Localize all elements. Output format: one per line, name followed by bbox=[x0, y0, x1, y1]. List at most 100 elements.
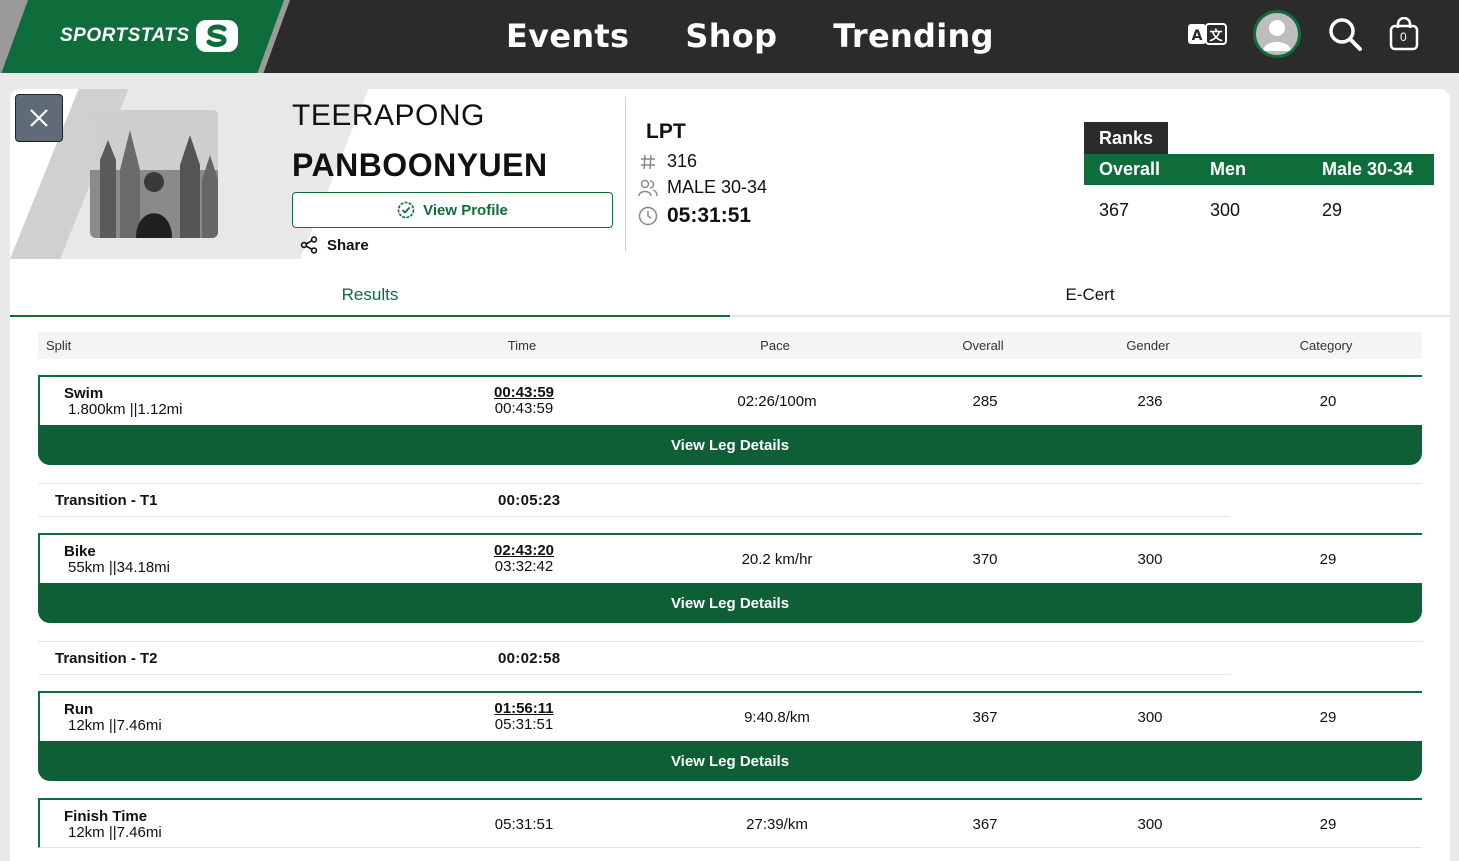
table-row: Run 12km ||7.46mi 01:56:11 05:31:51 9:40… bbox=[38, 691, 1422, 741]
leg-time: 01:56:11 05:31:51 bbox=[494, 701, 553, 733]
leg-category: 29 bbox=[1319, 551, 1337, 568]
category-row: MALE 30-34 bbox=[638, 177, 767, 198]
user-avatar-icon[interactable] bbox=[1253, 10, 1301, 58]
view-profile-label: View Profile bbox=[423, 201, 508, 219]
leg-run: Run 12km ||7.46mi 01:56:11 05:31:51 9:40… bbox=[38, 691, 1422, 781]
rank-value-agegroup: 29 bbox=[1322, 200, 1343, 220]
view-leg-details-button[interactable]: View Leg Details bbox=[38, 741, 1422, 781]
view-leg-details-button[interactable]: View Leg Details bbox=[38, 425, 1422, 465]
transition-divider bbox=[1230, 483, 1422, 517]
leg-gender: 236 bbox=[1137, 393, 1163, 410]
leg-swim: Swim 1.800km ||1.12mi 00:43:59 00:43:59 … bbox=[38, 375, 1422, 465]
header-time: Time bbox=[507, 338, 537, 353]
tab-results[interactable]: Results bbox=[10, 279, 730, 317]
leg-pace: 9:40.8/km bbox=[744, 709, 810, 726]
logo-s-icon bbox=[195, 20, 238, 52]
finish-distance: 12km ||7.46mi bbox=[68, 824, 162, 841]
header-split: Split bbox=[46, 338, 72, 353]
athlete-finish-time: 05:31:51 bbox=[667, 204, 752, 227]
transition-time: 00:02:58 bbox=[498, 650, 561, 667]
leg-cumulative-time: 00:43:59 bbox=[494, 400, 554, 417]
transition-t2: Transition - T2 00:02:58 bbox=[38, 641, 1230, 675]
finish-pace: 27:39/km bbox=[746, 816, 808, 833]
transition-time: 00:05:23 bbox=[498, 492, 561, 509]
ranks-title: Ranks bbox=[1084, 122, 1169, 155]
finish-row: Finish Time 12km ||7.46mi 05:31:51 27:39… bbox=[38, 798, 1422, 848]
leg-distance: 55km ||34.18mi bbox=[68, 559, 171, 576]
time-row: 05:31:51 bbox=[638, 204, 751, 228]
header-pace: Pace bbox=[760, 338, 790, 353]
leg-overall: 285 bbox=[972, 393, 998, 410]
view-leg-details-button[interactable]: View Leg Details bbox=[38, 583, 1422, 623]
leg-split-time[interactable]: 00:43:59 bbox=[494, 385, 554, 401]
athlete-last-name: PANBOONYUEN bbox=[292, 147, 548, 183]
leg-overall: 367 bbox=[972, 709, 998, 726]
leg-split-time[interactable]: 01:56:11 bbox=[494, 701, 553, 717]
share-button[interactable]: Share bbox=[300, 236, 369, 254]
hash-icon bbox=[638, 154, 658, 170]
transition-name: Transition - T2 bbox=[55, 650, 158, 667]
finish-overall: 367 bbox=[972, 816, 998, 833]
table-row: Swim 1.800km ||1.12mi 00:43:59 00:43:59 … bbox=[38, 375, 1422, 425]
nav-events[interactable]: Events bbox=[506, 17, 629, 55]
shopping-bag-icon[interactable]: 0 bbox=[1389, 17, 1419, 51]
leg-name: Swim bbox=[64, 385, 104, 402]
leg-time: 00:43:59 00:43:59 bbox=[494, 385, 554, 417]
leg-time: 02:43:20 03:32:42 bbox=[494, 543, 554, 575]
verified-badge-icon bbox=[397, 201, 415, 219]
rank-value-men: 300 bbox=[1210, 200, 1241, 220]
ranks-header-row: Overall Men Male 30-34 bbox=[1084, 154, 1434, 185]
transition-t1: Transition - T1 00:05:23 bbox=[38, 483, 1230, 517]
leg-gender: 300 bbox=[1137, 709, 1163, 726]
header-gender: Gender bbox=[1126, 338, 1170, 353]
leg-category: 20 bbox=[1319, 393, 1337, 410]
leg-category: 29 bbox=[1319, 709, 1337, 726]
table-row: Bike 55km ||34.18mi 02:43:20 03:32:42 20… bbox=[38, 533, 1422, 583]
header-divider bbox=[625, 97, 626, 251]
finish-time: 05:31:51 bbox=[494, 816, 554, 833]
nav-icons: A文 0 bbox=[1187, 10, 1419, 58]
share-icon bbox=[300, 236, 318, 254]
splits-table-header: Split Time Pace Overall Gender Category bbox=[38, 332, 1422, 359]
header-overall: Overall bbox=[962, 338, 1004, 353]
translate-icon[interactable]: A文 bbox=[1187, 20, 1227, 48]
bib-row: 316 bbox=[638, 151, 697, 172]
athlete-category: MALE 30-34 bbox=[667, 177, 768, 197]
view-profile-button[interactable]: View Profile bbox=[292, 192, 613, 228]
nav-trending[interactable]: Trending bbox=[833, 17, 994, 55]
leg-name: Run bbox=[64, 701, 94, 718]
leg-name: Bike bbox=[64, 543, 96, 560]
rank-header-overall: Overall bbox=[1099, 159, 1161, 179]
finish-name: Finish Time bbox=[64, 808, 148, 825]
transition-divider bbox=[1230, 641, 1422, 675]
bib-number: 316 bbox=[667, 151, 698, 171]
finish-category: 29 bbox=[1319, 816, 1337, 833]
result-tabs: Results E-Cert bbox=[10, 279, 1450, 317]
header-category: Category bbox=[1299, 338, 1353, 353]
tab-ecert[interactable]: E-Cert bbox=[730, 279, 1450, 317]
transition-name: Transition - T1 bbox=[55, 492, 158, 509]
sportstats-logo[interactable]: SPORTSTATS bbox=[60, 18, 238, 54]
athlete-photo bbox=[90, 110, 218, 238]
close-button[interactable] bbox=[15, 94, 63, 142]
race-name: LPT bbox=[646, 120, 686, 143]
leg-pace: 20.2 km/hr bbox=[741, 551, 813, 568]
leg-distance: 12km ||7.46mi bbox=[68, 717, 162, 734]
leg-cumulative-time: 03:32:42 bbox=[494, 558, 554, 575]
leg-split-time[interactable]: 02:43:20 bbox=[494, 543, 554, 559]
result-card: TEERAPONG PANBOONYUEN View Profile Share… bbox=[10, 89, 1450, 861]
logo-text: SPORTSTATS bbox=[60, 25, 190, 46]
nav-shop[interactable]: Shop bbox=[685, 17, 777, 55]
rank-header-agegroup: Male 30-34 bbox=[1322, 159, 1414, 179]
close-icon bbox=[30, 109, 48, 127]
leg-overall: 370 bbox=[972, 551, 998, 568]
leg-cumulative-time: 05:31:51 bbox=[494, 716, 554, 733]
search-icon[interactable] bbox=[1327, 16, 1363, 52]
svg-text:A: A bbox=[1192, 28, 1203, 44]
leg-pace: 02:26/100m bbox=[737, 393, 817, 410]
rank-header-men: Men bbox=[1210, 159, 1246, 179]
share-label: Share bbox=[327, 236, 369, 254]
athlete-first-name: TEERAPONG bbox=[292, 99, 485, 132]
finish-gender: 300 bbox=[1137, 816, 1163, 833]
top-navigation-bar: SPORTSTATS Events Shop Trending A文 0 bbox=[0, 0, 1459, 73]
